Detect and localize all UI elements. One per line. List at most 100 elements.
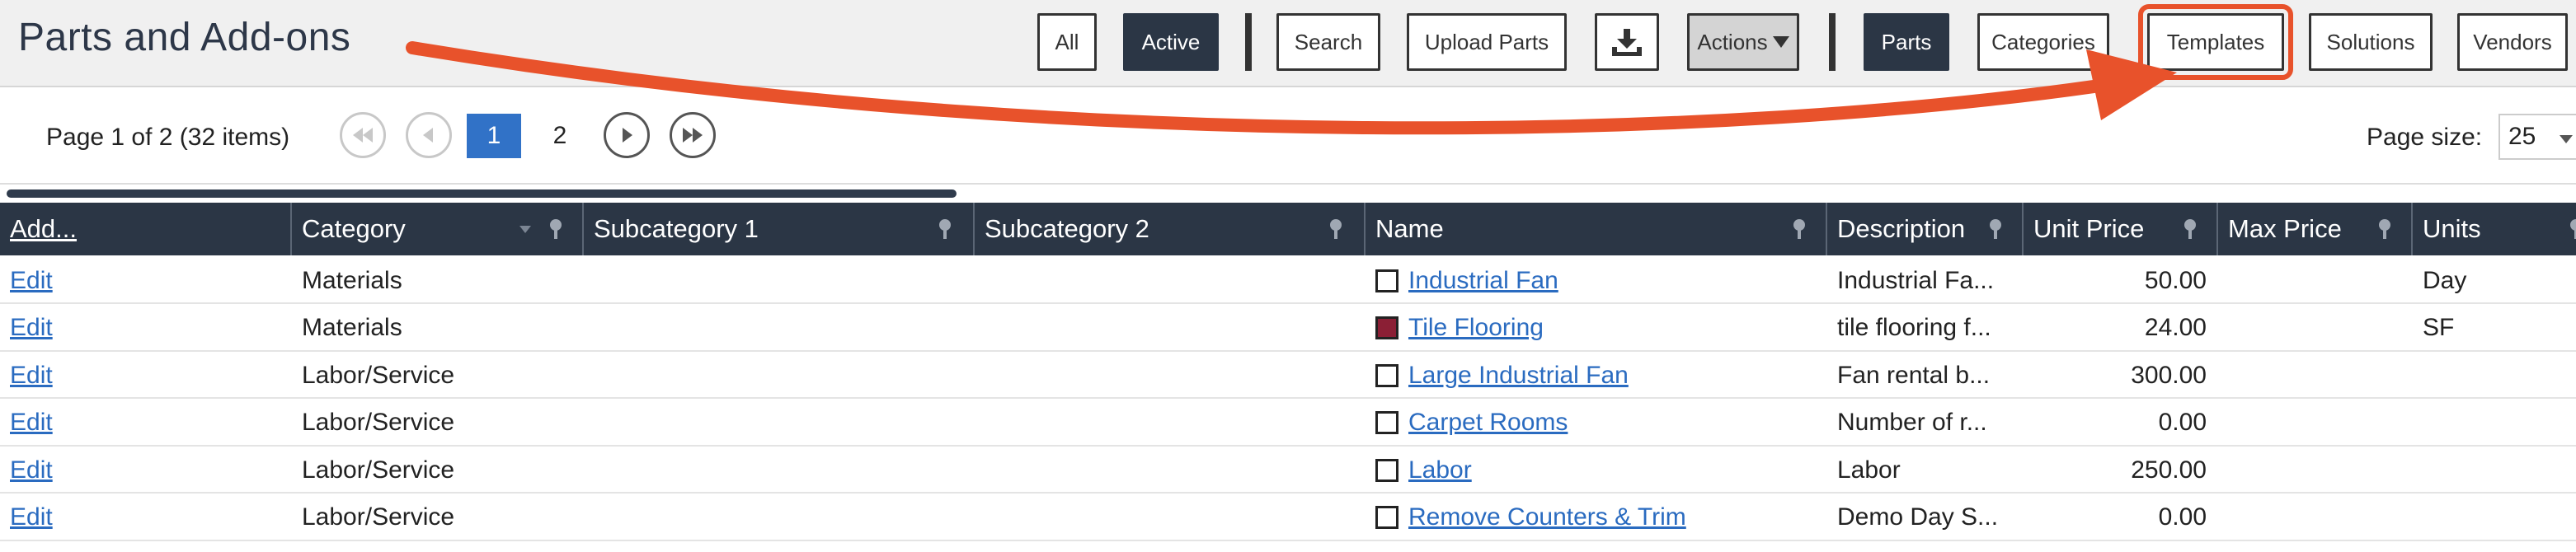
categories-tab-button[interactable]: Categories — [1977, 13, 2109, 71]
first-page-button[interactable] — [340, 112, 386, 158]
page-size-label: Page size: — [2367, 124, 2483, 151]
column-header-units[interactable]: Units — [2413, 203, 2576, 255]
filter-icon[interactable] — [938, 219, 952, 239]
cell-text: tile flooring f... — [1837, 314, 1991, 341]
upload-parts-button[interactable]: Upload Parts — [1407, 13, 1567, 71]
cell-text: 24.00 — [2144, 314, 2207, 341]
filter-all-button[interactable]: All — [1037, 13, 1097, 71]
column-header-name[interactable]: Name — [1366, 203, 1827, 255]
cell-category: Materials — [292, 257, 584, 304]
search-button[interactable]: Search — [1276, 13, 1380, 71]
column-header-subcategory-2[interactable]: Subcategory 2 — [975, 203, 1366, 255]
part-name-link[interactable]: Carpet Rooms — [1408, 409, 1568, 437]
filter-icon[interactable] — [1989, 219, 2002, 239]
color-swatch — [1375, 506, 1398, 529]
part-name-link[interactable]: Labor — [1408, 456, 1472, 484]
column-header-subcategory-1[interactable]: Subcategory 1 — [584, 203, 975, 255]
edit-link[interactable]: Edit — [10, 362, 53, 390]
part-name-link[interactable]: Industrial Fan — [1408, 267, 1558, 295]
sort-caret-icon — [519, 226, 531, 233]
column-header-max-price[interactable]: Max Price — [2218, 203, 2413, 255]
cell-text: SF — [2423, 314, 2455, 341]
column-header-add[interactable]: Add... — [0, 203, 292, 255]
solutions-tab-button[interactable]: Solutions — [2309, 13, 2433, 71]
filter-icon[interactable] — [1329, 219, 1342, 239]
column-header-label: Unit Price — [2033, 214, 2145, 243]
parts-tab-button[interactable]: Parts — [1864, 13, 1949, 71]
filter-icon[interactable] — [549, 219, 562, 239]
filter-active-button[interactable]: Active — [1123, 13, 1219, 71]
edit-link[interactable]: Edit — [10, 456, 53, 484]
vendors-tab-button[interactable]: Vendors — [2457, 13, 2568, 71]
column-header-category[interactable]: Category — [292, 203, 584, 255]
table-row: Edit Labor/Service Large Industrial Fan Fan… — [0, 352, 2576, 399]
cell-sub1 — [584, 305, 975, 352]
cell-units — [2413, 352, 2576, 399]
filter-icon[interactable] — [2183, 219, 2197, 239]
toolbar-separator — [1829, 13, 1836, 71]
cell-max-price — [2218, 494, 2413, 541]
cell-description: Industrial Fa... — [1827, 257, 2024, 304]
part-name-link[interactable]: Tile Flooring — [1408, 314, 1544, 342]
column-header-label: Description — [1837, 214, 1966, 243]
color-swatch — [1375, 316, 1398, 339]
pager-divider — [0, 183, 2576, 185]
cell-text: Number of r... — [1837, 409, 1987, 436]
table-row: Edit Materials Tile Flooring tile flooring … — [0, 305, 2576, 352]
page-size-select[interactable]: 25 — [2498, 114, 2576, 160]
cell-max-price — [2218, 400, 2413, 447]
cell-text: 50.00 — [2144, 266, 2207, 294]
cell-sub1 — [584, 400, 975, 447]
page-number[interactable]: 2 — [533, 114, 587, 158]
previous-page-button[interactable] — [406, 112, 452, 158]
page-number-current[interactable]: 1 — [467, 114, 521, 158]
cell-action: Edit — [0, 400, 292, 447]
toolbar-separator — [1245, 13, 1252, 71]
cell-max-price — [2218, 257, 2413, 304]
filter-icon[interactable] — [1793, 219, 1806, 239]
cell-text: Materials — [302, 266, 402, 294]
cell-text: Industrial Fa... — [1837, 266, 1995, 294]
table-row: Edit Labor/Service Carpet Rooms Number of r… — [0, 400, 2576, 447]
part-name-link[interactable]: Remove Counters & Trim — [1408, 503, 1686, 531]
cell-text: 250.00 — [2131, 456, 2207, 484]
download-button[interactable] — [1595, 13, 1659, 71]
actions-dropdown-button[interactable]: Actions — [1687, 13, 1799, 71]
cell-sub2 — [975, 257, 1366, 304]
cell-sub1 — [584, 494, 975, 541]
horizontal-scrollbar[interactable] — [7, 189, 957, 198]
cell-category: Labor/Service — [292, 447, 584, 494]
toolbar-header: Parts and Add-ons All Active Search Uplo… — [0, 0, 2576, 87]
last-page-button[interactable] — [670, 112, 716, 158]
cell-text: Materials — [302, 314, 402, 341]
part-name-link[interactable]: Large Industrial Fan — [1408, 362, 1629, 390]
filter-icon[interactable] — [2378, 219, 2391, 239]
cell-max-price — [2218, 305, 2413, 352]
column-header-unit-price[interactable]: Unit Price — [2024, 203, 2218, 255]
cell-text: Labor/Service — [302, 456, 455, 484]
cell-max-price — [2218, 352, 2413, 399]
edit-link[interactable]: Edit — [10, 409, 53, 437]
column-header-label: Max Price — [2228, 214, 2342, 243]
cell-sub1 — [584, 257, 975, 304]
cell-category: Materials — [292, 305, 584, 352]
templates-tab-button[interactable]: Templates — [2138, 4, 2293, 80]
column-header-label: Subcategory 2 — [985, 214, 1149, 243]
cell-sub2 — [975, 494, 1366, 541]
next-page-button[interactable] — [604, 112, 650, 158]
column-header-label: Add... — [10, 214, 77, 243]
chevron-left-icon — [423, 128, 433, 143]
table-row: Edit Labor/Service Labor Labor 250.00 — [0, 447, 2576, 494]
cell-description: Number of r... — [1827, 400, 2024, 447]
edit-link[interactable]: Edit — [10, 267, 53, 295]
edit-link[interactable]: Edit — [10, 314, 53, 342]
column-header-description[interactable]: Description — [1827, 203, 2024, 255]
color-swatch — [1375, 363, 1398, 387]
filter-icon[interactable] — [2569, 219, 2576, 239]
cell-sub2 — [975, 400, 1366, 447]
double-chevron-left-icon — [353, 128, 373, 143]
cell-units: Day — [2413, 257, 2576, 304]
cell-description: Demo Day S... — [1827, 494, 2024, 541]
cell-units — [2413, 494, 2576, 541]
edit-link[interactable]: Edit — [10, 503, 53, 531]
